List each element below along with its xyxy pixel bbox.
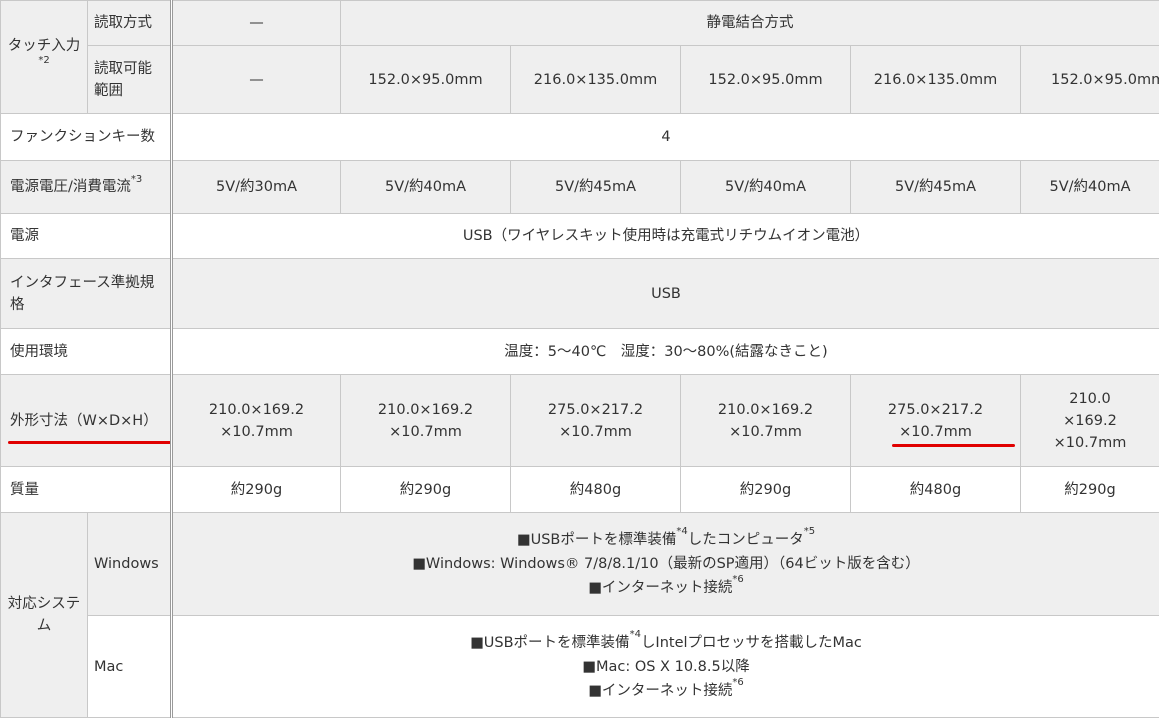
read-method-label: 読取方式 — [87, 0, 173, 46]
mass-cell: 約290g — [340, 466, 511, 513]
mass-cell: 約290g — [1020, 466, 1159, 513]
row-power: 電源 USB（ワイヤレスキット使用時は充電式リチウムイオン電池） — [0, 213, 1159, 259]
environment-value: 温度：5～40℃ 湿度：30～80%(結露なきこと) — [171, 328, 1159, 375]
row-read-range: 読取可能範囲 — 152.0×95.0mm 216.0×135.0mm 152.… — [1, 45, 1159, 114]
mass-cell: 約290g — [680, 466, 851, 513]
dimensions-cell: 275.0×217.2 ×10.7mm — [850, 374, 1021, 467]
mass-cell: 約290g — [171, 466, 341, 513]
spec-table: タッチ入力*2 読取方式 — 静電結合方式 読取可能範囲 — 152.0×95.… — [0, 0, 1159, 718]
power-voltage-cell: 5V/約45mA — [850, 160, 1021, 214]
read-method-value: 静電結合方式 — [340, 0, 1159, 46]
dimensions-cell: 210.0×169.2×10.7mm — [171, 374, 341, 467]
mac-requirements: ■USBポートを標準装備*4しIntelプロセッサを搭載したMac ■Mac: … — [171, 615, 1159, 718]
dimensions-cell: 275.0×217.2 ×10.7mm — [510, 374, 681, 467]
row-mass: 質量 約290g 約290g 約480g 約290g 約480g 約290g — [0, 466, 1159, 513]
mass-cell: 約480g — [510, 466, 681, 513]
read-range-cell: — — [171, 45, 341, 114]
power-voltage-cell: 5V/約40mA — [1020, 160, 1159, 214]
read-range-cell: 216.0×135.0mm — [850, 45, 1021, 114]
read-method-col1: — — [171, 0, 341, 46]
touch-input-label: タッチ入力*2 — [0, 0, 88, 114]
mass-label: 質量 — [0, 466, 173, 513]
function-keys-value: 4 — [171, 113, 1159, 161]
interface-value: USB — [171, 258, 1159, 329]
systems-label: 対応システム — [0, 512, 88, 718]
read-range-label: 読取可能範囲 — [87, 45, 173, 114]
windows-label: Windows — [87, 512, 173, 616]
dimensions-cell: 210.0×169.2×10.7mm — [680, 374, 851, 467]
dimensions-label: 外形寸法（W×D×H） — [0, 374, 173, 467]
interface-label: インタフェース準拠規格 — [0, 258, 173, 329]
dimensions-cell: 210.0×169.2×10.7mm — [340, 374, 511, 467]
read-range-cell: 152.0×95.0mm — [340, 45, 511, 114]
row-read-method: タッチ入力*2 読取方式 — 静電結合方式 — [0, 0, 1159, 114]
dimensions-cell: 210.0×169.2×10.7mm — [1020, 374, 1159, 467]
power-label: 電源 — [0, 213, 173, 259]
power-voltage-cell: 5V/約30mA — [171, 160, 341, 214]
read-range-cell: 152.0×95.0mm — [1020, 45, 1159, 114]
power-voltage-cell: 5V/約40mA — [340, 160, 511, 214]
windows-requirements: ■USBポートを標準装備*4したコンピュータ*5 ■Windows: Windo… — [171, 512, 1159, 616]
read-range-cell: 152.0×95.0mm — [680, 45, 851, 114]
power-value: USB（ワイヤレスキット使用時は充電式リチウムイオン電池） — [171, 213, 1159, 259]
row-systems-mac: Mac ■USBポートを標準装備*4しIntelプロセッサを搭載したMac ■M… — [1, 615, 1159, 718]
mac-label: Mac — [87, 615, 173, 718]
row-dimensions: 外形寸法（W×D×H） 210.0×169.2 ×10.7mm 210.0×169… — [0, 374, 1159, 467]
power-voltage-cell: 5V/約45mA — [510, 160, 681, 214]
mass-cell: 約480g — [850, 466, 1021, 513]
function-keys-label: ファンクションキー数 — [0, 113, 173, 161]
read-range-cell: 216.0×135.0mm — [510, 45, 681, 114]
row-systems-windows: 対応システム Windows ■USBポートを標準装備*4したコンピュータ*5 … — [0, 512, 1159, 718]
row-environment: 使用環境 温度：5～40℃ 湿度：30～80%(結露なきこと) — [0, 328, 1159, 375]
power-voltage-cell: 5V/約40mA — [680, 160, 851, 214]
row-power-voltage: 電源電圧/消費電流*3 5V/約30mA 5V/約40mA 5V/約45mA 5… — [0, 160, 1159, 214]
red-underline-annotation: 外形寸法（W×D×H） — [8, 410, 169, 444]
power-voltage-label: 電源電圧/消費電流*3 — [0, 160, 173, 214]
red-underline-annotation: ×10.7mm — [892, 421, 1015, 447]
row-interface: インタフェース準拠規格 USB — [0, 258, 1159, 329]
row-function-keys: ファンクションキー数 4 — [0, 113, 1159, 161]
environment-label: 使用環境 — [0, 328, 173, 375]
